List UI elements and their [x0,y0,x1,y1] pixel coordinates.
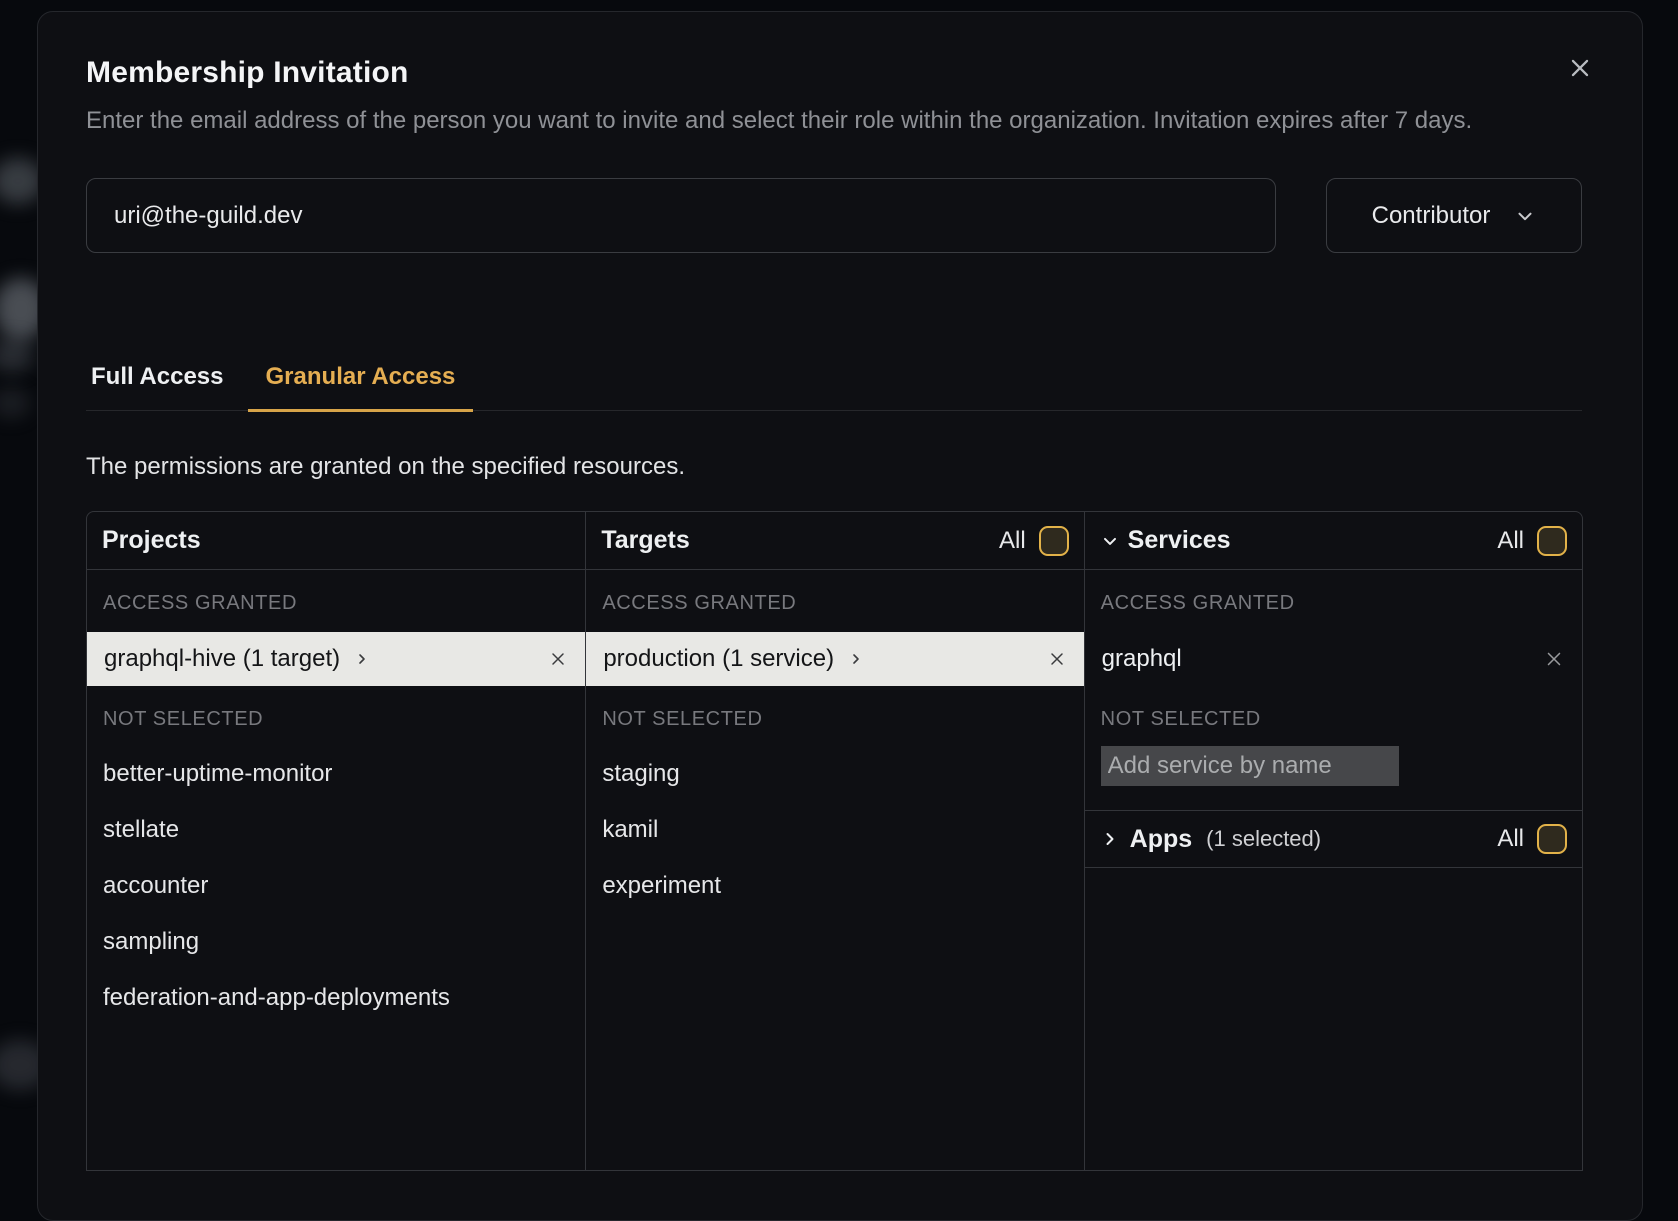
projects-column: Projects ACCESS GRANTED graphql-hive (1 … [87,512,585,1170]
project-item[interactable]: stellate [87,802,585,858]
project-selected-name: graphql-hive (1 target) [104,645,340,673]
project-selected-row[interactable]: graphql-hive (1 target) [87,632,585,686]
membership-invitation-dialog: Membership Invitation Enter the email ad… [37,11,1643,1221]
target-remove-button[interactable] [1047,649,1067,669]
permissions-note: The permissions are granted on the speci… [86,453,1582,481]
add-service-input[interactable] [1101,746,1399,786]
close-button[interactable] [1564,52,1596,84]
services-all-checkbox[interactable] [1537,526,1567,556]
apps-all-checkbox[interactable] [1537,824,1567,854]
services-all-wrap: All [1497,526,1567,556]
project-item[interactable]: accounter [87,858,585,914]
services-not-selected-label: NOT SELECTED [1085,706,1582,732]
projects-not-selected-list: better-uptime-monitor stellate accounter… [87,746,585,1026]
invite-form-row: Contributor [86,178,1582,253]
targets-column: Targets All ACCESS GRANTED production (1… [585,512,1083,1170]
services-all-label: All [1497,527,1524,555]
role-select[interactable]: Contributor [1326,178,1582,253]
services-header-title: Services [1100,526,1231,555]
targets-not-selected-label: NOT SELECTED [586,706,1083,732]
project-remove-button[interactable] [548,649,568,669]
services-header[interactable]: Services All [1085,512,1582,570]
projects-header-title: Projects [102,526,201,555]
tab-full-access[interactable]: Full Access [86,357,248,412]
apps-all-label: All [1497,825,1524,853]
resource-picker-panel: Projects ACCESS GRANTED graphql-hive (1 … [86,511,1583,1171]
target-item[interactable]: staging [586,746,1083,802]
close-icon [1567,55,1593,81]
project-item[interactable]: sampling [87,914,585,970]
targets-all-label: All [999,527,1026,555]
target-item[interactable]: experiment [586,858,1083,914]
apps-selected-count: (1 selected) [1206,826,1321,852]
chevron-down-icon [1100,531,1120,551]
targets-header-title: Targets [601,526,689,555]
services-access-granted-label: ACCESS GRANTED [1085,590,1582,616]
email-input[interactable] [86,178,1276,253]
projects-not-selected-label: NOT SELECTED [87,706,585,732]
tab-granular-access[interactable]: Granular Access [248,357,474,412]
backdrop-artifact [0,388,30,418]
close-icon [548,649,568,669]
projects-header: Projects [87,512,585,570]
close-icon [1543,648,1565,670]
service-remove-button[interactable] [1543,648,1565,670]
targets-all-checkbox[interactable] [1039,526,1069,556]
chevron-right-icon [1100,829,1120,849]
apps-row-left: Apps (1 selected) [1100,825,1321,854]
targets-all-wrap: All [999,526,1069,556]
services-column: Services All ACCESS GRANTED graphql NOT … [1084,512,1582,1170]
service-selected-row: graphql [1085,632,1582,686]
dialog-description: Enter the email address of the person yo… [86,102,1582,140]
targets-access-granted-label: ACCESS GRANTED [586,590,1083,616]
apps-row[interactable]: Apps (1 selected) All [1085,810,1582,868]
targets-header: Targets All [586,512,1083,570]
access-tabs: Full Access Granular Access [86,357,1582,411]
service-selected-name: graphql [1102,645,1182,673]
chevron-right-icon [354,651,370,667]
target-selected-name: production (1 service) [603,645,834,673]
apps-all-wrap: All [1497,824,1567,854]
project-item[interactable]: better-uptime-monitor [87,746,585,802]
apps-title: Apps [1130,825,1193,854]
targets-not-selected-list: staging kamil experiment [586,746,1083,914]
role-select-value: Contributor [1372,202,1491,230]
close-icon [1047,649,1067,669]
chevron-right-icon [848,651,864,667]
services-title-text: Services [1128,526,1231,555]
chevron-down-icon [1514,205,1536,227]
target-item[interactable]: kamil [586,802,1083,858]
page-title: Membership Invitation [86,56,1582,90]
projects-access-granted-label: ACCESS GRANTED [87,590,585,616]
project-item[interactable]: federation-and-app-deployments [87,970,585,1026]
backdrop-artifact [0,338,34,372]
target-selected-row[interactable]: production (1 service) [586,632,1083,686]
